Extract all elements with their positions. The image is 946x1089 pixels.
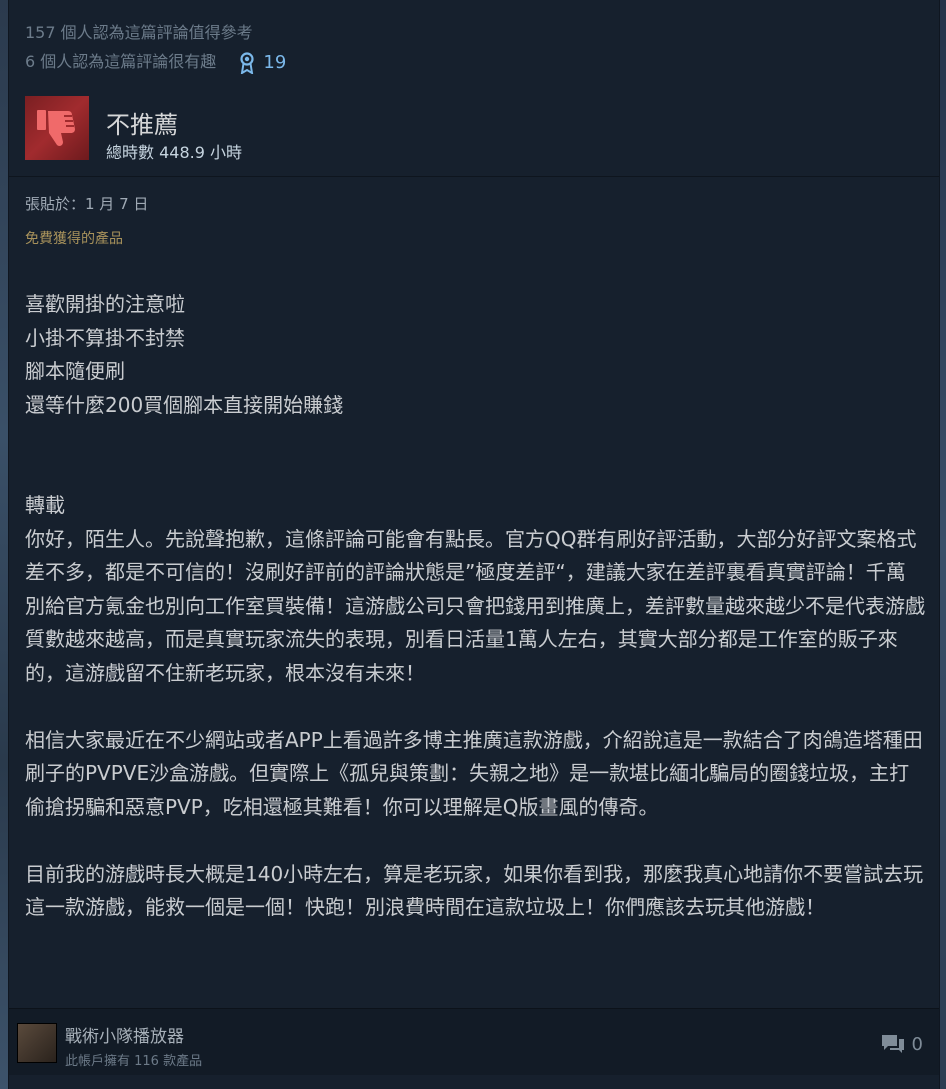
review-author-footer: 戰術小隊播放器 此帳戶擁有 116 款產品 0 [9, 1008, 939, 1075]
speech-bubble-icon [881, 1035, 904, 1053]
author-product-count: 此帳戶擁有 116 款產品 [65, 1054, 203, 1069]
review-card: 157 個人認為這篇評論值得參考 6 個人認為這篇評論很有趣 19 不推薦 總時… [8, 0, 940, 1089]
free-product-label: 免費獲得的產品 [25, 231, 123, 247]
helpful-count-text: 157 個人認為這篇評論值得參考 [25, 23, 253, 42]
body-paragraph-3: 相信大家最近在不少網站或者APP上看過許多博主推廣這款游戲，介紹說這是一款結合了… [25, 727, 923, 819]
award-count: 19 [263, 52, 287, 73]
body-paragraph-4: 目前我的游戲時長大概是140小時左右，算是老玩家，如果你看到我，那麼我真心地請你… [25, 861, 924, 920]
posted-date: 張貼於：1 月 7 日 [25, 195, 149, 213]
review-verdict[interactable]: 不推薦 [106, 105, 178, 140]
body-line: 喜歡開掛的注意啦 [25, 292, 185, 316]
helpful-summary: 157 個人認為這篇評論值得參考 6 個人認為這篇評論很有趣 19 [25, 18, 286, 77]
comment-count: 0 [911, 1033, 923, 1055]
repost-label: 轉載 [25, 493, 65, 517]
thumbs-down-icon [37, 110, 75, 146]
author-name[interactable]: 戰術小隊播放器 [65, 1022, 184, 1047]
body-paragraph-2: 你好，陌生人。先說聲抱歉，這條評論可能會有點長。官方QQ群有刷好評活動，大部分好… [25, 526, 925, 685]
playtime-hours: 總時數 448.9 小時 [106, 143, 242, 162]
funny-count-text: 6 個人認為這篇評論很有趣 [25, 52, 217, 71]
body-line: 小掛不算掛不封禁 [25, 325, 185, 350]
review-body: 喜歡開掛的注意啦 小掛不算掛不封禁 腳本隨便刷 還等什麼200買個腳本直接開始賺… [25, 288, 925, 925]
header-divider [9, 176, 939, 177]
not-recommended-badge [25, 96, 89, 160]
author-avatar[interactable] [17, 1023, 57, 1063]
body-line: 還等什麼200買個腳本直接開始賺錢 [25, 392, 344, 417]
body-line: 腳本隨便刷 [25, 359, 125, 383]
funny-count-row: 6 個人認為這篇評論很有趣 19 [25, 47, 286, 77]
award-ribbon-icon [240, 51, 254, 74]
award-badge[interactable]: 19 [239, 48, 286, 77]
comments-button[interactable]: 0 [880, 1033, 923, 1055]
